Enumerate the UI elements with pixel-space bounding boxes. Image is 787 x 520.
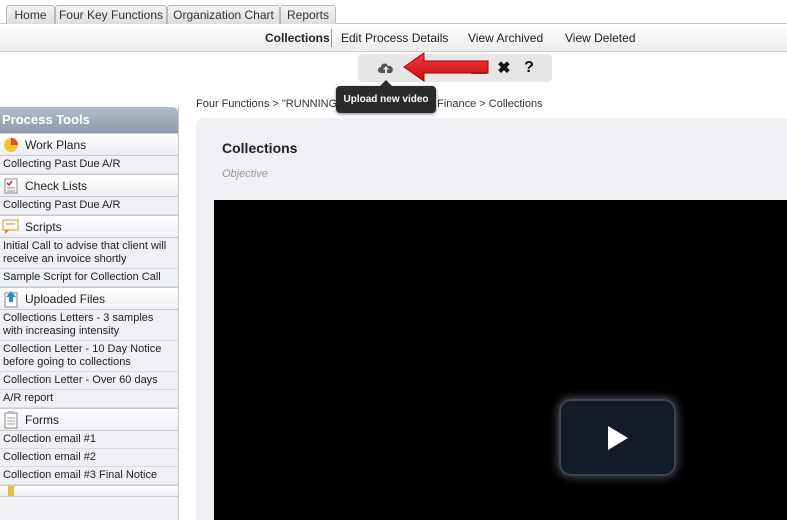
list-item[interactable]: A/R report <box>0 390 178 408</box>
sidebar-section-next[interactable] <box>0 485 178 497</box>
sidebar-section-label: Uploaded Files <box>25 291 106 306</box>
edit-process-details-link[interactable]: Edit Process Details <box>341 31 448 45</box>
document-icon <box>2 486 20 496</box>
sidebar-section-scripts[interactable]: Scripts <box>0 215 178 238</box>
sub-navigation: Collections Edit Process Details View Ar… <box>0 24 787 52</box>
list-item[interactable]: Collection email #1 <box>0 431 178 449</box>
play-button[interactable] <box>559 399 676 476</box>
view-archived-link[interactable]: View Archived <box>468 31 543 45</box>
sidebar-section-forms[interactable]: Forms <box>0 408 178 431</box>
upload-video-button[interactable] <box>375 57 397 79</box>
sidebar-section-label: Forms <box>25 412 59 427</box>
help-button[interactable]: ? <box>518 57 540 79</box>
list-item[interactable]: Initial Call to advise that client will … <box>0 238 178 269</box>
sidebar-section-label: Check Lists <box>25 178 88 193</box>
script-icon <box>2 218 20 236</box>
sidebar-section-uploaded-files[interactable]: Uploaded Files <box>0 287 178 310</box>
tab-reports[interactable]: Reports <box>280 5 336 25</box>
sidebar-section-check-lists[interactable]: Check Lists <box>0 174 178 197</box>
subnav-collections[interactable]: Collections <box>265 31 330 45</box>
objective-text: Objective <box>222 168 268 180</box>
list-item[interactable]: Collections Letters - 3 samples with inc… <box>0 310 178 341</box>
process-tools-sidebar: Process Tools Work Plans Collecting Past… <box>0 107 179 520</box>
list-item[interactable]: Collection email #3 Final Notice <box>0 467 178 485</box>
list-item[interactable]: Collection Letter - 10 Day Notice before… <box>0 341 178 372</box>
sidebar-section-label: Scripts <box>25 219 62 234</box>
main-tab-bar: Home Four Key Functions Organization Cha… <box>0 0 787 25</box>
subnav-divider <box>331 29 332 47</box>
sidebar-section-label: Work Plans <box>25 137 87 152</box>
help-icon: ? <box>524 59 534 76</box>
view-deleted-link[interactable]: View Deleted <box>565 31 636 45</box>
upload-file-icon <box>2 290 20 308</box>
page-title: Collections <box>222 140 298 156</box>
list-item[interactable]: Collection email #2 <box>0 449 178 467</box>
checklist-icon <box>2 177 20 195</box>
sidebar-title: Process Tools <box>0 107 178 133</box>
cloud-upload-icon <box>378 63 393 73</box>
play-icon <box>607 425 628 450</box>
delete-button[interactable]: ✖ <box>493 57 515 79</box>
list-item[interactable]: Collecting Past Due A/R <box>0 156 178 174</box>
list-item[interactable]: Collecting Past Due A/R <box>0 197 178 215</box>
close-icon: ✖ <box>497 60 511 77</box>
annotation-arrow-icon <box>403 52 489 82</box>
list-item[interactable]: Sample Script for Collection Call <box>0 269 178 287</box>
form-icon <box>2 410 20 429</box>
app-window: Home Four Key Functions Organization Cha… <box>0 0 787 520</box>
list-item[interactable]: Collection Letter - Over 60 days <box>0 372 178 390</box>
upload-video-tooltip: Upload new video <box>336 80 436 113</box>
process-detail-panel: Collections Objective <box>196 118 787 520</box>
tab-home[interactable]: Home <box>6 5 55 25</box>
tab-four-key-functions[interactable]: Four Key Functions <box>55 5 167 25</box>
video-player[interactable] <box>214 200 787 520</box>
tab-organization-chart[interactable]: Organization Chart <box>167 5 280 25</box>
pie-chart-icon <box>2 136 20 154</box>
sidebar-section-work-plans[interactable]: Work Plans <box>0 133 178 156</box>
